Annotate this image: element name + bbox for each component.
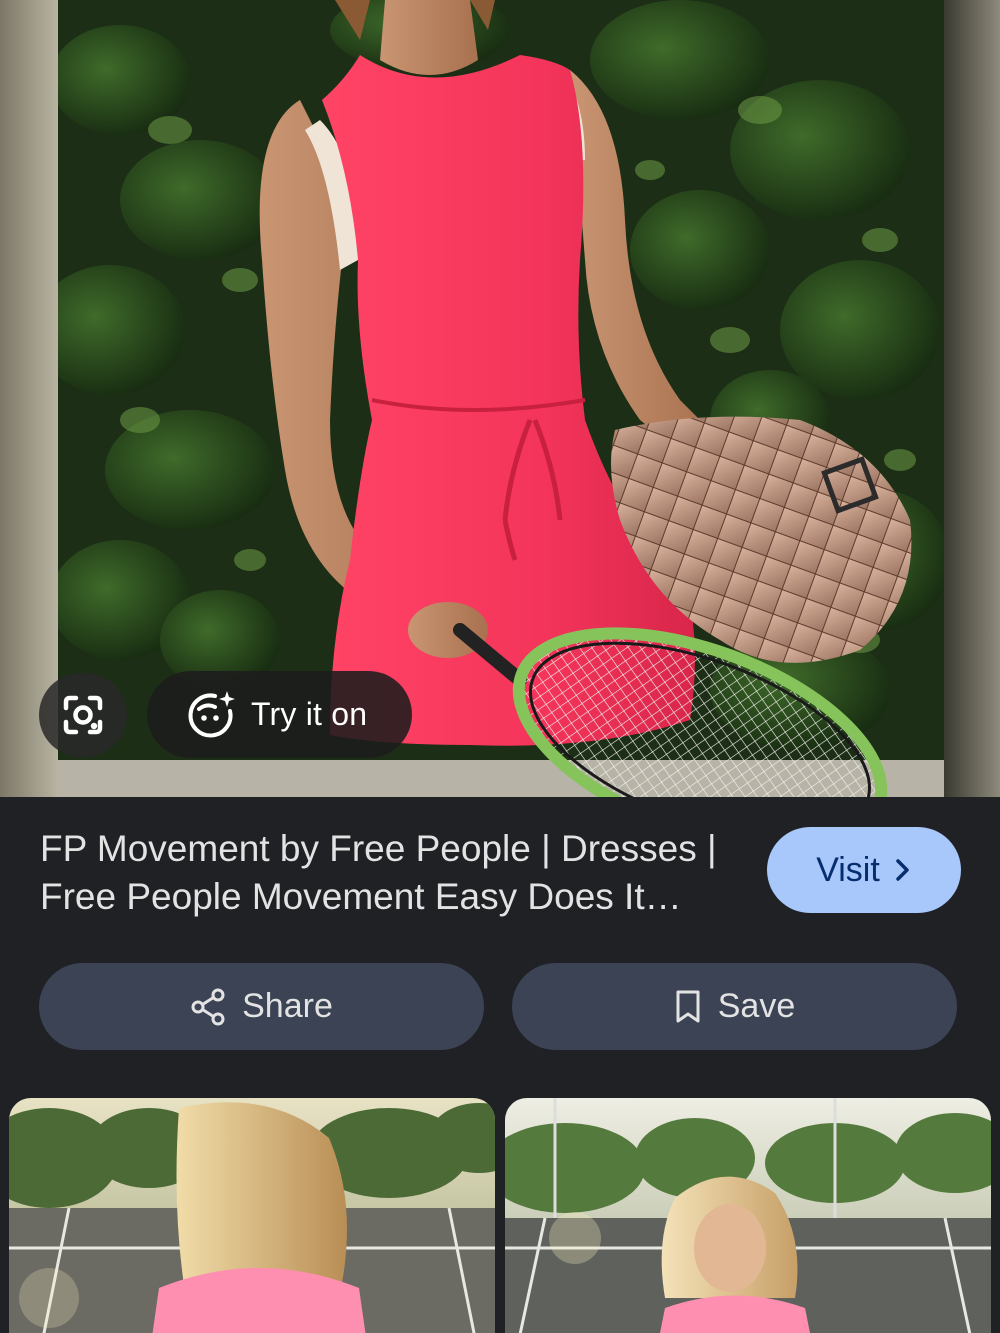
save-button[interactable]: Save bbox=[512, 963, 957, 1050]
visit-button[interactable]: Visit bbox=[767, 827, 961, 913]
bookmark-icon bbox=[676, 990, 700, 1022]
result-info-panel: FP Movement by Free People | Dresses | F… bbox=[0, 797, 1000, 1087]
visit-label: Visit bbox=[816, 850, 880, 889]
share-icon bbox=[191, 988, 225, 1025]
google-lens-icon bbox=[63, 695, 103, 735]
related-image[interactable] bbox=[9, 1098, 495, 1333]
google-lens-button[interactable] bbox=[39, 673, 127, 757]
related-image[interactable] bbox=[505, 1098, 991, 1333]
related-images-grid bbox=[0, 1087, 1000, 1333]
product-photo bbox=[0, 0, 1000, 797]
share-label: Share bbox=[242, 987, 333, 1025]
try-it-on-button[interactable]: Try it on bbox=[147, 671, 412, 758]
save-label: Save bbox=[717, 987, 796, 1025]
product-image[interactable]: Try it on bbox=[0, 0, 1000, 797]
related-photo bbox=[9, 1098, 495, 1333]
sparkle-face-icon bbox=[188, 690, 235, 737]
result-title[interactable]: FP Movement by Free People | Dresses | F… bbox=[40, 825, 740, 921]
share-button[interactable]: Share bbox=[39, 963, 484, 1050]
related-photo bbox=[505, 1098, 991, 1333]
chevron-right-icon bbox=[896, 859, 909, 881]
try-it-on-label: Try it on bbox=[251, 696, 368, 732]
